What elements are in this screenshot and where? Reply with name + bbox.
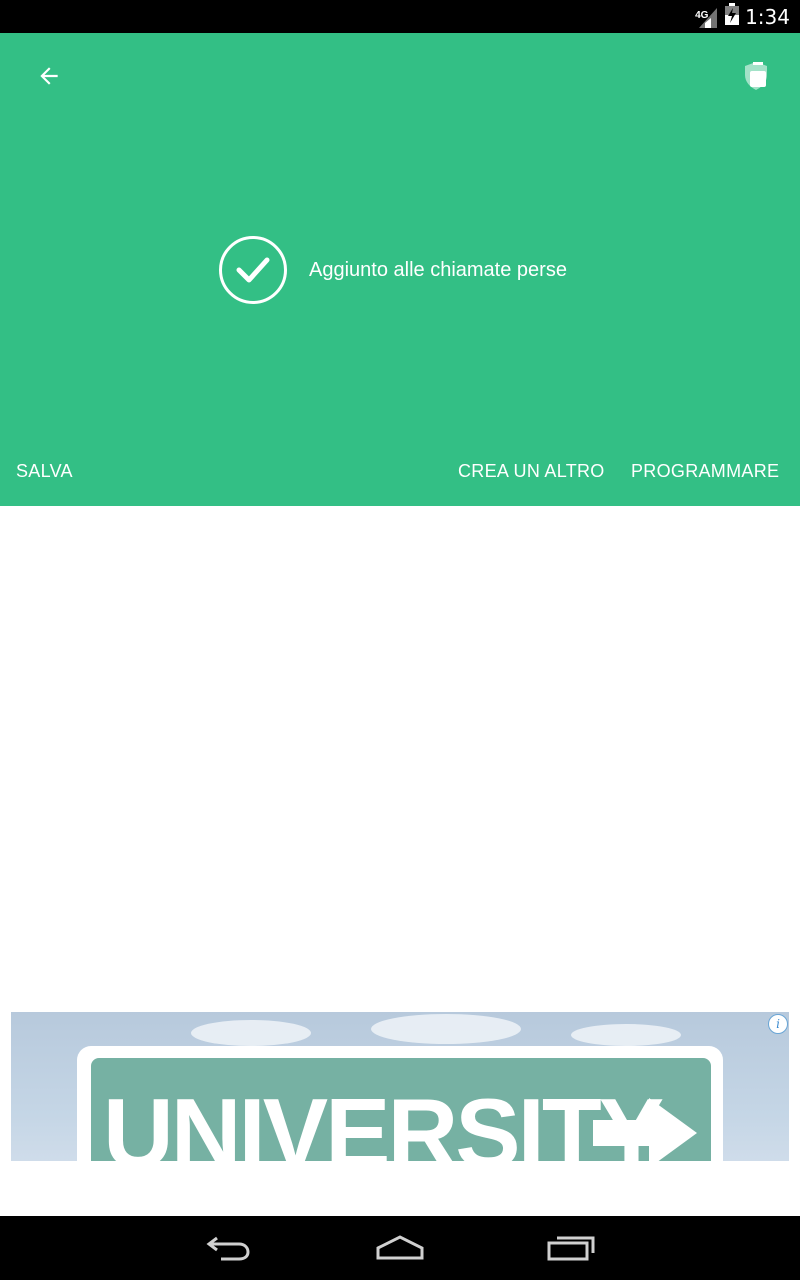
navigation-bar: [0, 1216, 800, 1280]
signal-icon: 4G: [695, 6, 719, 28]
status-icons: 4G 1:34: [695, 3, 800, 30]
cloud-decoration: [191, 1020, 311, 1046]
recents-icon: [547, 1236, 595, 1261]
nav-recents-button[interactable]: [541, 1226, 601, 1270]
check-circle-icon: [219, 236, 287, 304]
create-another-button[interactable]: CREA UN ALTRO: [458, 451, 605, 491]
ad-banner[interactable]: UNIVERSITY i: [11, 1012, 789, 1161]
success-message-row: Aggiunto alle chiamate perse: [219, 236, 567, 304]
status-time: 1:34: [745, 4, 790, 29]
cloud-decoration: [571, 1024, 681, 1046]
success-message: Aggiunto alle chiamate perse: [309, 258, 567, 281]
schedule-button[interactable]: PROGRAMMARE: [631, 451, 779, 491]
back-icon: [206, 1236, 250, 1261]
sign-arrow-icon: [593, 1098, 697, 1161]
nav-back-button[interactable]: [199, 1226, 259, 1270]
confirmation-header: Aggiunto alle chiamate perse SALVA CREA …: [0, 33, 800, 506]
status-bar: 4G 1:34: [0, 0, 800, 33]
save-button[interactable]: SALVA: [16, 451, 73, 491]
ad-settings-button[interactable]: [734, 53, 778, 99]
ad-shield-icon: [745, 62, 767, 90]
battery-icon: [725, 3, 740, 30]
arrow-left-icon: [40, 67, 58, 85]
nav-home-button[interactable]: [370, 1226, 430, 1270]
cloud-decoration: [371, 1014, 521, 1044]
ad-info-icon[interactable]: i: [768, 1014, 788, 1034]
ad-headline: UNIVERSITY: [103, 1078, 664, 1161]
home-icon: [376, 1235, 424, 1260]
back-button[interactable]: [26, 53, 72, 99]
